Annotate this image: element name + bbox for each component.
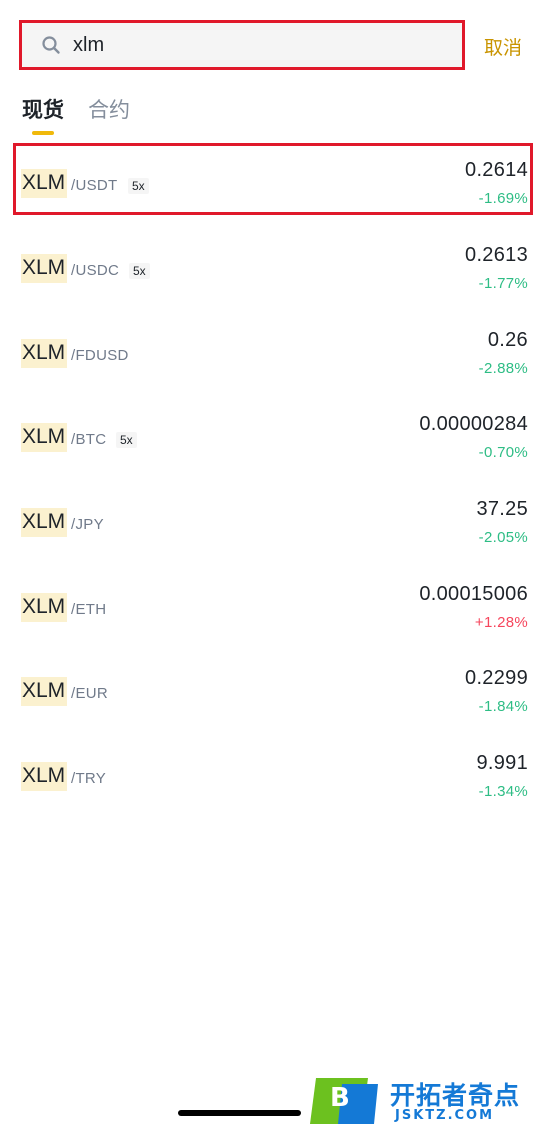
market-row-xlm-eur[interactable]: XLM /EUR 0.2299 -1.84% bbox=[0, 655, 550, 723]
home-indicator bbox=[178, 1110, 301, 1116]
quote-symbol: /JPY bbox=[71, 516, 104, 533]
base-symbol: XLM bbox=[21, 508, 68, 537]
last-price: 0.26 bbox=[487, 329, 528, 351]
watermark-subtitle: JSKTZ.COM bbox=[395, 1108, 495, 1123]
watermark-logo-icon: B bbox=[310, 1078, 378, 1124]
last-price: 0.00015006 bbox=[419, 583, 528, 605]
price-change: -1.84% bbox=[478, 698, 528, 715]
base-symbol: XLM bbox=[21, 339, 68, 368]
price-change: -1.34% bbox=[478, 783, 528, 800]
price-change: -0.70% bbox=[478, 444, 528, 461]
price-change: -1.69% bbox=[478, 190, 528, 207]
base-symbol: XLM bbox=[21, 762, 68, 791]
price-change: -1.77% bbox=[478, 275, 528, 292]
active-tab-indicator bbox=[32, 131, 54, 135]
market-row-xlm-eth[interactable]: XLM /ETH 0.00015006 +1.28% bbox=[0, 571, 550, 639]
tab-futures[interactable]: 合约 bbox=[88, 94, 130, 124]
price-change: -2.88% bbox=[478, 360, 528, 377]
last-price: 9.991 bbox=[476, 752, 528, 774]
last-price: 37.25 bbox=[476, 498, 528, 520]
base-symbol: XLM bbox=[21, 169, 68, 198]
price-change: -2.05% bbox=[478, 529, 528, 546]
watermark: B 开拓者奇点 JSKTZ.COM bbox=[308, 1074, 544, 1128]
cancel-button[interactable]: 取消 bbox=[484, 33, 522, 60]
market-row-xlm-try[interactable]: XLM /TRY 9.991 -1.34% bbox=[0, 740, 550, 808]
market-row-xlm-fdusd[interactable]: XLM /FDUSD 0.26 -2.88% bbox=[0, 317, 550, 385]
base-symbol: XLM bbox=[21, 593, 68, 622]
tab-spot[interactable]: 现货 bbox=[22, 94, 64, 124]
quote-symbol: /BTC bbox=[71, 431, 107, 448]
last-price: 0.00000284 bbox=[419, 413, 528, 435]
leverage-badge: 5x bbox=[116, 432, 137, 448]
watermark-title: 开拓者奇点 bbox=[390, 1081, 521, 1110]
last-price: 0.2299 bbox=[465, 667, 528, 689]
last-price: 0.2614 bbox=[465, 159, 528, 181]
last-price: 0.2613 bbox=[465, 244, 528, 266]
base-symbol: XLM bbox=[21, 677, 68, 706]
quote-symbol: /TRY bbox=[71, 770, 107, 787]
market-row-xlm-usdt[interactable]: XLM /USDT 5x 0.2614 -1.69% bbox=[0, 147, 550, 215]
quote-symbol: /USDT bbox=[71, 177, 118, 194]
base-symbol: XLM bbox=[21, 423, 68, 452]
watermark-logo-letter: B bbox=[330, 1083, 350, 1113]
search-bar[interactable] bbox=[22, 22, 462, 68]
leverage-badge: 5x bbox=[128, 178, 149, 194]
base-symbol: XLM bbox=[21, 254, 68, 283]
market-row-xlm-jpy[interactable]: XLM /JPY 37.25 -2.05% bbox=[0, 486, 550, 554]
market-row-xlm-usdc[interactable]: XLM /USDC 5x 0.2613 -1.77% bbox=[0, 232, 550, 300]
market-row-xlm-btc[interactable]: XLM /BTC 5x 0.00000284 -0.70% bbox=[0, 401, 550, 469]
leverage-badge: 5x bbox=[129, 263, 150, 279]
quote-symbol: /EUR bbox=[71, 685, 109, 702]
search-input[interactable] bbox=[73, 33, 413, 57]
quote-symbol: /USDC bbox=[71, 262, 120, 279]
quote-symbol: /ETH bbox=[71, 601, 107, 618]
search-icon bbox=[41, 35, 61, 55]
price-change: +1.28% bbox=[474, 614, 528, 631]
quote-symbol: /FDUSD bbox=[71, 347, 129, 364]
